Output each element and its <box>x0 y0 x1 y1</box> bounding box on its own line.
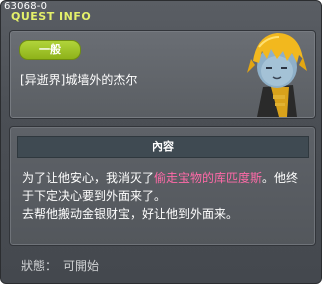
quest-description: 为了让他安心，我消灭了偷走宝物的库匹度斯。他终于下定决心要到外面来了。 去帮他搬… <box>22 169 306 223</box>
description-highlight: 偷走宝物的库匹度斯 <box>154 171 263 185</box>
quest-content-panel: 內容 为了让他安心，我消灭了偷走宝物的库匹度斯。他终于下定决心要到外面来了。 去… <box>9 126 316 246</box>
quest-summary-panel: 一般 [异逝界]城墙外的杰尔 <box>9 30 316 119</box>
npc-portrait-icon <box>247 33 307 117</box>
description-text-3: 去帮他搬动金银财宝，好让他到外面来。 <box>22 207 239 221</box>
quest-status: 狀態： 可開始 <box>21 257 99 274</box>
description-text-1: 为了让他安心，我消灭了 <box>22 171 155 185</box>
quest-info-window: 63068-0 QUEST INFO 一般 [异逝界]城墙外的杰尔 內容 为了让… <box>0 0 322 284</box>
quest-category-badge: 一般 <box>19 40 81 60</box>
status-value: 可開始 <box>63 259 100 273</box>
content-header: 內容 <box>17 136 309 158</box>
quest-name: [异逝界]城墙外的杰尔 <box>20 73 138 87</box>
status-label: 狀態： <box>21 259 58 273</box>
window-title: QUEST INFO <box>11 10 92 23</box>
